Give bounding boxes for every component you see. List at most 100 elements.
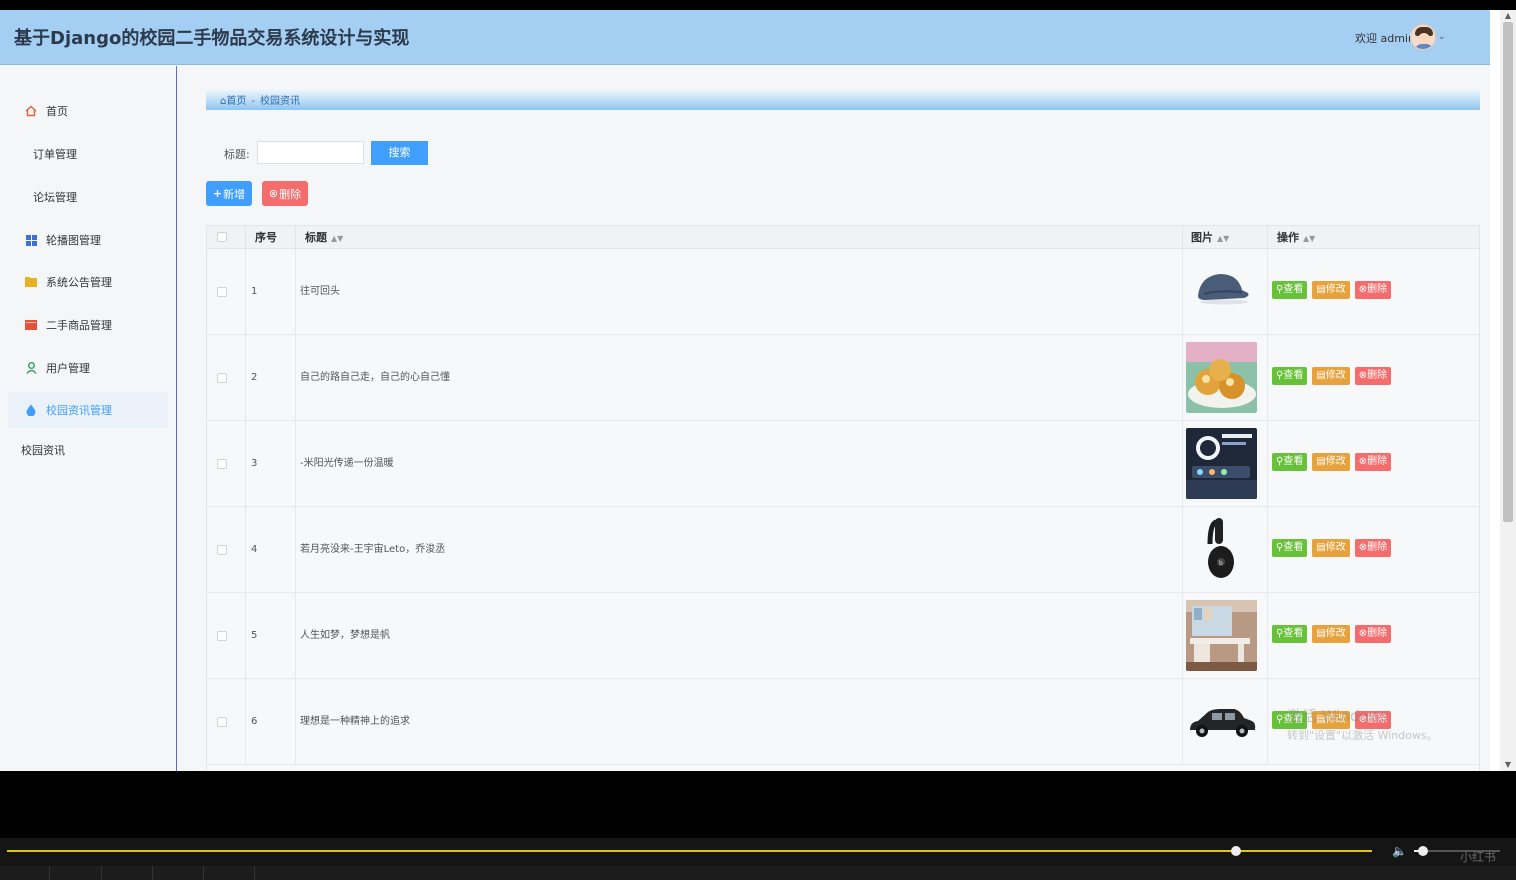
remove-button[interactable]: ⊗删除 <box>1354 453 1392 471</box>
plus-icon: + <box>212 187 223 200</box>
browser-viewport: 基于Django的校园二手物品交易系统设计与实现 欢迎 admin ⌄ 首页 订… <box>0 10 1490 771</box>
delete-button[interactable]: ⊗ 删除 <box>262 181 308 206</box>
row-title: 理想是一种精神上的追求 <box>297 679 1183 765</box>
table-row <box>207 765 1479 771</box>
taskbar-slot[interactable] <box>50 866 102 880</box>
add-button[interactable]: + 新增 <box>206 181 252 206</box>
user-icon <box>24 361 38 375</box>
sidebar-item-home[interactable]: 首页 <box>8 93 168 129</box>
chevron-down-icon[interactable]: ⌄ <box>1438 32 1446 42</box>
row-checkbox[interactable] <box>217 287 227 297</box>
remove-button[interactable]: ⊗删除 <box>1354 625 1392 643</box>
breadcrumb-home[interactable]: 首页 <box>226 96 246 107</box>
view-button[interactable]: ⚲查看 <box>1272 453 1308 471</box>
row-checkbox[interactable] <box>217 631 227 641</box>
sidebar-item-orders[interactable]: 订单管理 <box>8 136 168 172</box>
edit-button[interactable]: ▤修改 <box>1312 625 1350 643</box>
column-header-index: 序号 <box>247 226 296 249</box>
sidebar-item-label: 校园资讯管理 <box>46 404 112 417</box>
scroll-gutter <box>1490 10 1500 771</box>
row-title: -米阳光传递一份温暖 <box>297 421 1183 507</box>
search-button[interactable]: 搜索 <box>371 141 428 165</box>
column-header-title[interactable]: 标题 ▲▼ <box>297 226 1183 249</box>
column-header-ops[interactable]: 操作 ▲▼ <box>1269 226 1479 249</box>
volume-icon[interactable]: 🔈 <box>1392 844 1407 858</box>
sidebar-item-goods[interactable]: 二手商品管理 <box>8 307 168 343</box>
taskbar-slot[interactable] <box>0 866 50 880</box>
view-button[interactable]: ⚲查看 <box>1272 367 1308 385</box>
edit-icon: ▤ <box>1316 628 1326 639</box>
edit-button[interactable]: ▤修改 <box>1312 281 1350 299</box>
sort-icon[interactable]: ▲▼ <box>1303 234 1315 243</box>
row-checkbox[interactable] <box>217 717 227 727</box>
edit-button[interactable]: ▤修改 <box>1312 453 1350 471</box>
close-circle-icon: ⊗ <box>1358 284 1368 295</box>
search-input[interactable] <box>257 141 364 164</box>
sidebar-item-carousel[interactable]: 轮播图管理 <box>8 222 168 258</box>
add-button-label: 新增 <box>223 187 246 201</box>
taskbar-slot[interactable] <box>204 866 255 880</box>
sidebar-subitem-campus-news[interactable]: 校园资讯 <box>21 442 65 458</box>
sidebar: 首页 订单管理 论坛管理 轮播图管理 系统公告管理 二手商品管理 用户管理 校园… <box>0 66 177 771</box>
taskbar-slot[interactable] <box>153 866 204 880</box>
close-circle-icon: ⊗ <box>1358 456 1368 467</box>
sidebar-item-label: 首页 <box>46 105 68 118</box>
cap-photo <box>1186 256 1257 327</box>
sidebar-item-label: 系统公告管理 <box>46 276 112 289</box>
row-checkbox[interactable] <box>217 459 227 469</box>
scroll-up-icon[interactable]: ▲ <box>1500 10 1516 22</box>
remove-button[interactable]: ⊗删除 <box>1354 539 1392 557</box>
edit-icon: ▤ <box>1316 370 1326 381</box>
car-photo <box>1186 686 1257 757</box>
remove-button[interactable]: ⊗删除 <box>1354 367 1392 385</box>
column-header-ops-label: 操作 <box>1277 231 1299 244</box>
seek-handle[interactable] <box>1230 846 1241 856</box>
seek-bar[interactable] <box>7 850 1372 852</box>
edit-button[interactable]: ▤修改 <box>1312 367 1350 385</box>
table-row: 3 -米阳光传递一份温暖 ⚲查看 ▤修改 ⊗删除 <box>207 421 1479 507</box>
breadcrumb-current: 校园资讯 <box>259 96 300 107</box>
view-button[interactable]: ⚲查看 <box>1272 625 1308 643</box>
table-row: 2 自己的路自己走，自己的心自己懂 ⚲查看 ▤修改 ⊗删除 <box>207 335 1479 421</box>
sidebar-item-campus-news[interactable]: 校园资讯管理 <box>8 392 168 428</box>
row-checkbox[interactable] <box>217 373 227 383</box>
desk-photo <box>1186 600 1257 671</box>
row-index: 6 <box>247 679 296 765</box>
sidebar-item-notice[interactable]: 系统公告管理 <box>8 264 168 300</box>
grid-icon <box>24 233 38 247</box>
vertical-scrollbar[interactable]: ▲ ▼ <box>1500 10 1516 771</box>
column-header-title-label: 标题 <box>305 231 327 244</box>
sidebar-item-users[interactable]: 用户管理 <box>8 350 168 386</box>
close-circle-icon: ⊗ <box>268 187 279 200</box>
sidebar-item-forum[interactable]: 论坛管理 <box>8 179 168 215</box>
home-icon <box>24 104 38 118</box>
scroll-down-icon[interactable]: ▼ <box>1500 759 1516 771</box>
breadcrumb-separator: - <box>251 96 255 107</box>
remove-button[interactable]: ⊗删除 <box>1354 281 1392 299</box>
column-header-image-label: 图片 <box>1191 231 1213 244</box>
pastry-photo <box>1186 342 1257 413</box>
row-title: 自己的路自己走，自己的心自己懂 <box>297 335 1183 421</box>
sort-icon[interactable]: ▲▼ <box>331 234 343 243</box>
volume-handle[interactable] <box>1417 846 1428 856</box>
select-all-checkbox[interactable] <box>217 232 227 242</box>
edit-icon: ▤ <box>1316 284 1326 295</box>
screen: 基于Django的校园二手物品交易系统设计与实现 欢迎 admin ⌄ 首页 订… <box>0 0 1516 880</box>
search-label: 标题: <box>224 148 250 161</box>
row-index: 4 <box>247 507 296 593</box>
taskbar-slot[interactable] <box>102 866 153 880</box>
close-circle-icon: ⊗ <box>1358 370 1368 381</box>
view-button[interactable]: ⚲查看 <box>1272 281 1308 299</box>
row-checkbox[interactable] <box>217 545 227 555</box>
avatar[interactable] <box>1410 24 1436 50</box>
sidebar-item-label: 论坛管理 <box>33 191 77 204</box>
news-table: 序号 标题 ▲▼ 图片 ▲▼ 操作 ▲▼ 1 往可回头 ⚲查看 ▤修改 ⊗删除 … <box>206 225 1480 771</box>
edit-button[interactable]: ▤修改 <box>1312 539 1350 557</box>
view-button[interactable]: ⚲查看 <box>1272 539 1308 557</box>
scrollbar-thumb[interactable] <box>1503 22 1513 522</box>
app-title: 基于Django的校园二手物品交易系统设计与实现 <box>14 28 410 49</box>
delete-button-label: 删除 <box>279 187 302 201</box>
sort-icon[interactable]: ▲▼ <box>1217 234 1229 243</box>
column-header-image[interactable]: 图片 ▲▼ <box>1183 226 1268 249</box>
ring-light-photo <box>1186 428 1257 499</box>
